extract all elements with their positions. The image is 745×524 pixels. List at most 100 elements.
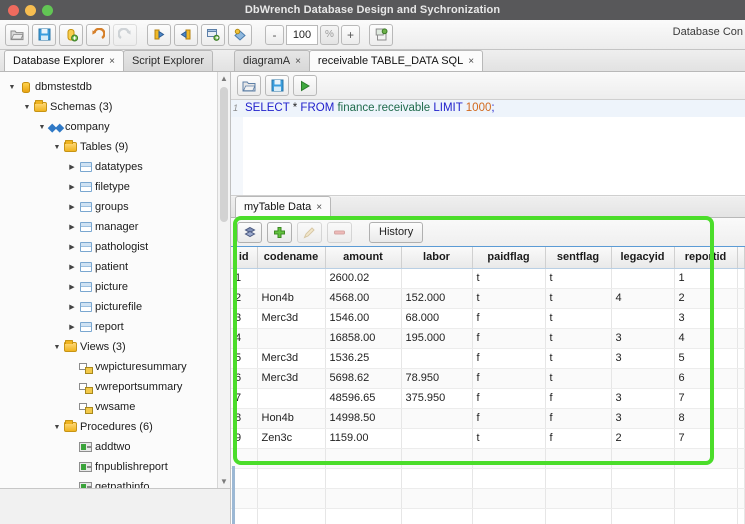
cell-codename[interactable] xyxy=(257,268,326,289)
tab-mytable-data[interactable]: myTable Data × xyxy=(235,196,332,217)
expand-arrow-icon[interactable]: ▼ xyxy=(51,344,63,351)
cell-sentflag[interactable]: f xyxy=(545,428,612,449)
expand-arrow-icon[interactable]: ▼ xyxy=(51,424,63,431)
cell-sentflag[interactable]: t xyxy=(545,368,612,389)
zoom-value-input[interactable]: 100 xyxy=(286,24,318,45)
tree-node-procedures-6[interactable]: ▼ Procedures (6) xyxy=(0,417,230,437)
expand-arrow-icon[interactable]: ▼ xyxy=(51,144,63,151)
tree-node-groups[interactable]: ▶ groups xyxy=(0,197,230,217)
scrollbar-thumb[interactable] xyxy=(220,87,228,222)
delete-row-icon[interactable] xyxy=(327,221,352,243)
cell-reportid[interactable]: 8 xyxy=(674,408,738,429)
sql-code-line[interactable]: 1 SELECT * FROM finance.receivable LIMIT… xyxy=(231,100,745,117)
cell-id[interactable]: 3 xyxy=(231,308,258,329)
tree-node-dbmstestdb[interactable]: ▼ dbmstestdb xyxy=(0,77,230,97)
compare-icon[interactable] xyxy=(201,23,225,46)
cell-amount[interactable]: 14998.50 xyxy=(325,408,402,429)
save-icon[interactable] xyxy=(32,23,56,46)
cell-paidflag[interactable]: f xyxy=(472,368,546,389)
cell-legacyid[interactable]: 3 xyxy=(611,328,675,349)
cell-amount[interactable]: 16858.00 xyxy=(325,328,402,349)
cell-id[interactable]: 2 xyxy=(231,288,258,309)
tree-node-tables-9[interactable]: ▼ Tables (9) xyxy=(0,137,230,157)
cell-legacyid[interactable]: 3 xyxy=(611,388,675,409)
edit-row-icon[interactable] xyxy=(297,221,322,243)
tree-node-addtwo[interactable]: addtwo xyxy=(0,437,230,457)
cell-amount[interactable]: 5698.62 xyxy=(325,368,402,389)
data-grid[interactable]: id codename amount labor paidflag sentflag leg… xyxy=(231,247,745,524)
tab-script-explorer[interactable]: Script Explorer xyxy=(122,50,214,71)
expand-arrow-icon[interactable]: ▶ xyxy=(66,263,78,271)
table-row-empty[interactable] xyxy=(231,468,745,489)
cell-labor[interactable] xyxy=(401,268,473,289)
cell-amount[interactable]: 4568.00 xyxy=(325,288,402,309)
cell-id[interactable]: 6 xyxy=(231,368,258,389)
history-button[interactable]: History xyxy=(369,221,424,243)
cell-labor[interactable] xyxy=(401,408,473,429)
cell-codename[interactable] xyxy=(257,328,326,349)
tab-database-explorer[interactable]: Database Explorer × xyxy=(4,50,124,71)
cell-id[interactable]: 8 xyxy=(231,408,258,429)
tab-receivable-sql[interactable]: receivable TABLE_DATA SQL × xyxy=(308,50,484,71)
table-row-empty[interactable] xyxy=(231,448,745,469)
new-document-icon[interactable] xyxy=(369,23,393,46)
expand-arrow-icon[interactable]: ▶ xyxy=(66,203,78,211)
forward-engineer-icon[interactable] xyxy=(147,23,171,46)
add-row-icon[interactable] xyxy=(267,221,292,243)
expand-arrow-icon[interactable]: ▶ xyxy=(66,303,78,311)
run-script-icon[interactable] xyxy=(293,75,317,96)
cell-sentflag[interactable]: t xyxy=(545,308,612,329)
cell-paidflag[interactable]: f xyxy=(472,388,546,409)
cell-codename[interactable]: Zen3c xyxy=(257,428,326,449)
table-row[interactable]: 1 2600.02 t t 1 xyxy=(231,268,745,289)
redo-icon[interactable] xyxy=(113,23,137,46)
tree-node-pathologist[interactable]: ▶ pathologist xyxy=(0,237,230,257)
column-header-sentflag[interactable]: sentflag xyxy=(545,247,612,269)
cell-legacyid[interactable] xyxy=(611,268,675,289)
expand-arrow-icon[interactable]: ▶ xyxy=(66,223,78,231)
column-header-labor[interactable]: labor xyxy=(401,247,473,269)
cell-legacyid[interactable] xyxy=(611,308,675,329)
cell-codename[interactable]: Merc3d xyxy=(257,368,326,389)
cell-reportid[interactable]: 7 xyxy=(674,388,738,409)
table-row-empty[interactable] xyxy=(231,508,745,524)
cell-paidflag[interactable]: t xyxy=(472,428,546,449)
cell-legacyid[interactable]: 3 xyxy=(611,348,675,369)
cell-reportid[interactable]: 6 xyxy=(674,368,738,389)
cell-legacyid[interactable]: 3 xyxy=(611,408,675,429)
table-row[interactable]: 4 16858.00 195.000 f t 3 4 xyxy=(231,328,745,349)
expand-arrow-icon[interactable]: ▶ xyxy=(66,163,78,171)
cell-sentflag[interactable]: t xyxy=(545,348,612,369)
cell-id[interactable]: 4 xyxy=(231,328,258,349)
cell-sentflag[interactable]: t xyxy=(545,328,612,349)
tree-node-vwreportsummary[interactable]: vwreportsummary xyxy=(0,377,230,397)
cell-sentflag[interactable]: f xyxy=(545,388,612,409)
tree-node-manager[interactable]: ▶ manager xyxy=(0,217,230,237)
cell-codename[interactable]: Hon4b xyxy=(257,288,326,309)
cell-id[interactable]: 9 xyxy=(231,428,258,449)
expand-arrow-icon[interactable]: ▼ xyxy=(6,84,18,91)
sql-editor[interactable]: 1 SELECT * FROM finance.receivable LIMIT… xyxy=(231,100,745,196)
database-tree[interactable]: ▼ dbmstestdb ▼ Schemas (3) ▼ ◆◆ company ▼ Tables… xyxy=(0,72,231,488)
tree-node-vwpicturesummary[interactable]: vwpicturesummary xyxy=(0,357,230,377)
cell-reportid[interactable]: 4 xyxy=(674,328,738,349)
save-script-icon[interactable] xyxy=(265,75,289,96)
cell-labor[interactable] xyxy=(401,348,473,369)
cell-amount[interactable]: 2600.02 xyxy=(325,268,402,289)
table-row-empty[interactable] xyxy=(231,488,745,509)
tree-node-picturefile[interactable]: ▶ picturefile xyxy=(0,297,230,317)
cell-amount[interactable]: 48596.65 xyxy=(325,388,402,409)
column-header-amount[interactable]: amount xyxy=(325,247,402,269)
cell-id[interactable]: 7 xyxy=(231,388,258,409)
database-icon[interactable] xyxy=(59,23,83,46)
cell-reportid[interactable]: 5 xyxy=(674,348,738,369)
expand-arrow-icon[interactable]: ▶ xyxy=(66,323,78,331)
expand-arrow-icon[interactable]: ▶ xyxy=(66,283,78,291)
cell-reportid[interactable]: 3 xyxy=(674,308,738,329)
cell-codename[interactable]: Merc3d xyxy=(257,308,326,329)
cell-legacyid[interactable]: 4 xyxy=(611,288,675,309)
cell-sentflag[interactable]: t xyxy=(545,268,612,289)
tree-node-getpathinfo[interactable]: getpathinfo xyxy=(0,477,230,488)
cell-reportid[interactable]: 7 xyxy=(674,428,738,449)
cell-labor[interactable] xyxy=(401,428,473,449)
